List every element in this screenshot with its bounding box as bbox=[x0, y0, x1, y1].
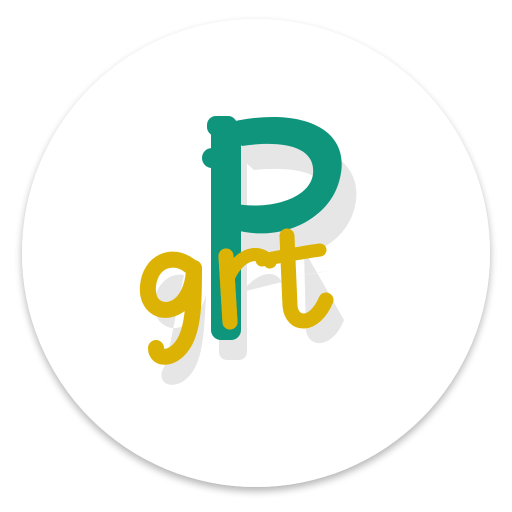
app-icon-stage bbox=[0, 0, 512, 512]
app-icon bbox=[22, 19, 490, 487]
